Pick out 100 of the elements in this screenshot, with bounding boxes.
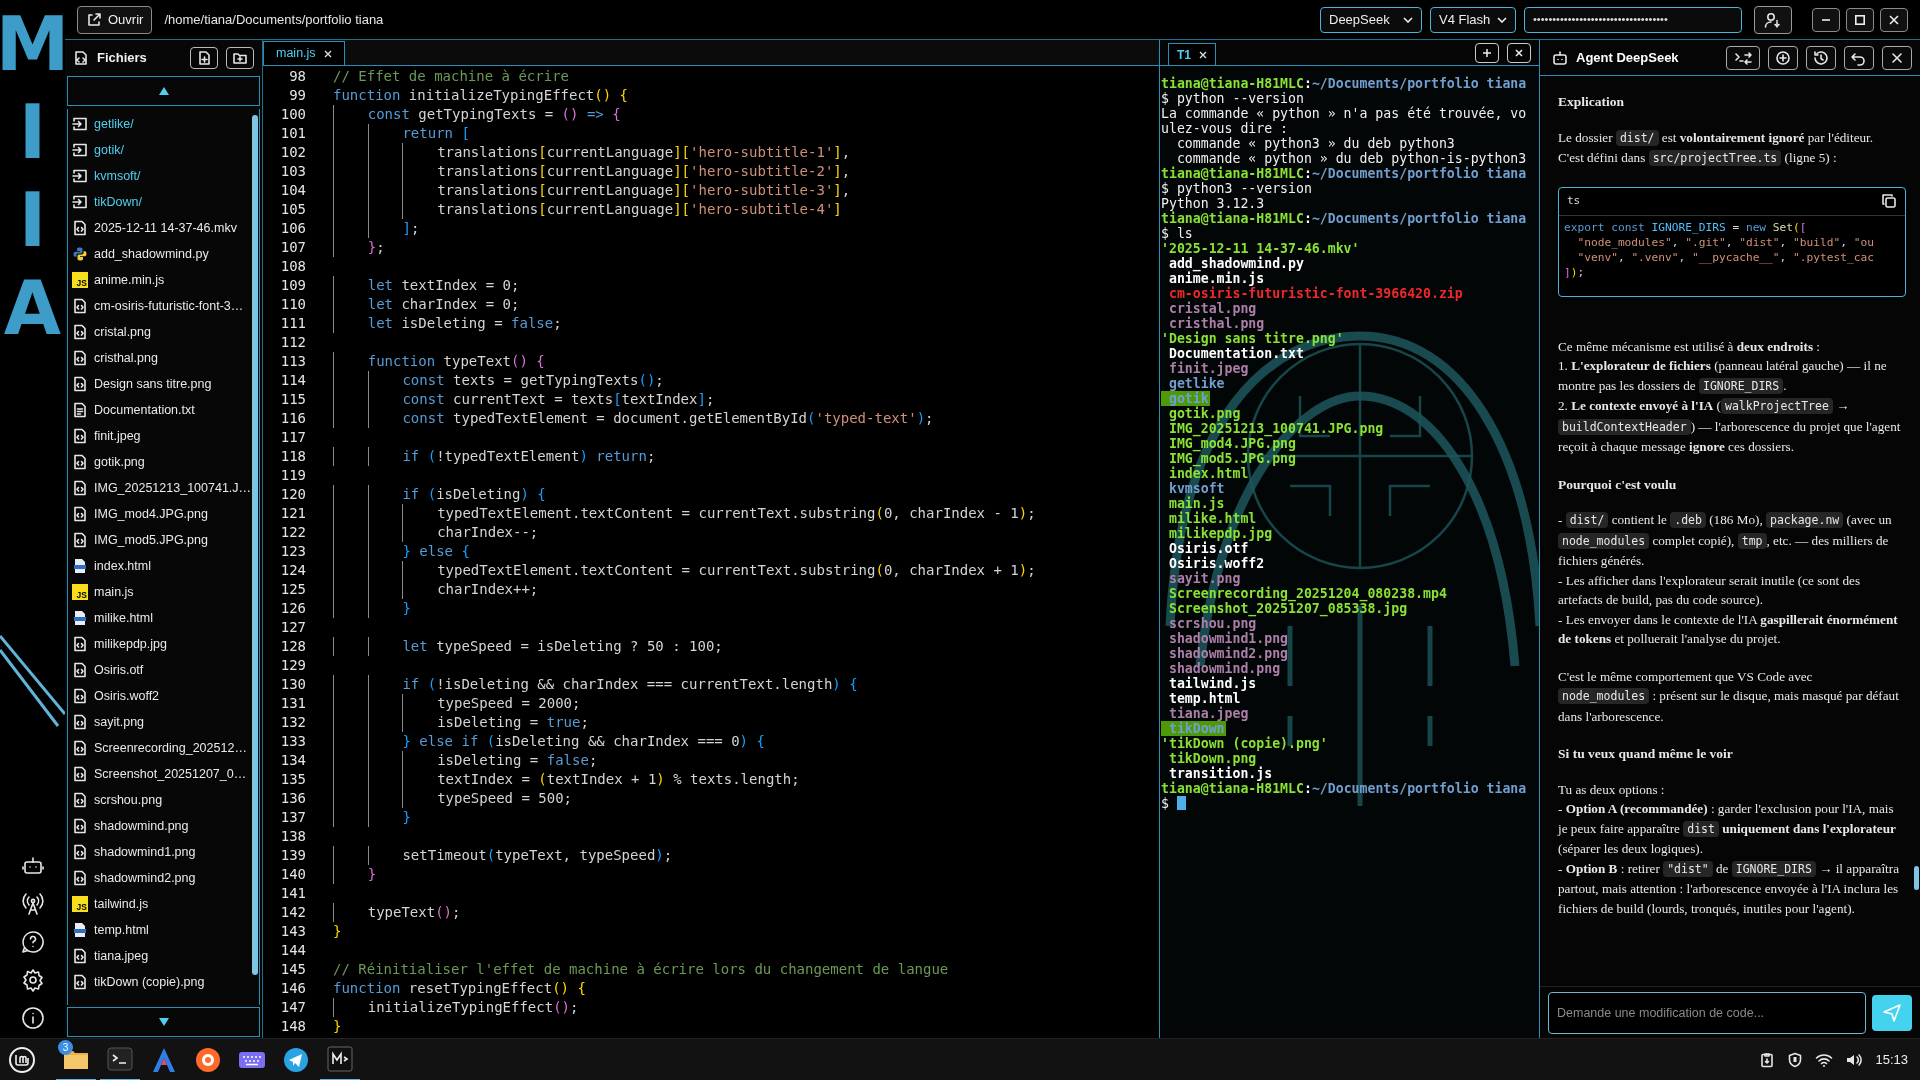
new-folder-button[interactable] — [226, 47, 254, 69]
file-item[interactable]: cristhal.png — [68, 345, 259, 371]
info-icon[interactable] — [20, 1006, 45, 1030]
terminal-prompt: tiana@tiana-H81MLC:~/Documents/portfolio tiana — [1161, 166, 1528, 181]
file-listing-entry: shadowmind1.png — [1167, 631, 1289, 646]
chat-paragraph: - dist/ contient le .deb (186 Mo), package.nw (avec un node_modules complet copié), tmp , etc. — des milliers de fichiers générés. — [1558, 511, 1893, 570]
close-icon[interactable] — [1199, 50, 1207, 59]
terminal-swap-icon — [1733, 49, 1753, 66]
code-line: "node_modules", ".git", "dist", "build", "ou — [1576, 234, 1875, 250]
help-icon[interactable] — [20, 930, 45, 954]
file-item[interactable]: sayit.png — [68, 709, 259, 735]
history-button[interactable] — [1806, 45, 1836, 70]
line-number: 124 — [279, 561, 306, 580]
copy-icon[interactable] — [1881, 193, 1897, 209]
file-icon — [72, 636, 88, 652]
undo-button[interactable] — [1844, 45, 1874, 70]
file-item[interactable]: IMG_mod4.JPG.png — [68, 501, 259, 527]
file-item[interactable]: JS anime.min.js — [68, 267, 259, 293]
file-item[interactable]: shadowmind.png — [68, 813, 259, 839]
file-listing-entry: Screenrecording_20251204_080238.mp4 — [1167, 586, 1447, 601]
line-number: 101 — [279, 124, 306, 143]
up-arrow-icon — [157, 86, 170, 96]
file-item[interactable]: tikDown (copie).png — [68, 969, 259, 995]
file-item[interactable]: 2025-12-11 14-37-46.mkv — [68, 215, 259, 241]
line-number: 113 — [279, 352, 306, 371]
file-listing-entry: '2025-12-11 14-37-46.mkv' — [1161, 241, 1360, 256]
file-item[interactable]: cristal.png — [68, 319, 259, 345]
send-button[interactable] — [1872, 994, 1912, 1031]
file-item[interactable]: finit.jpeg — [68, 423, 259, 449]
file-item[interactable]: Osiris.otf — [68, 657, 259, 683]
message-input[interactable]: Demande une modification de code... — [1548, 991, 1866, 1034]
code-line: typeSpeed = 500; — [333, 789, 572, 808]
provider-dropdown[interactable]: DeepSeek — [1320, 6, 1422, 33]
file-item[interactable]: Documentation.txt — [68, 397, 259, 423]
code-line: } — [333, 599, 411, 618]
code-line: export const IGNORE_DIRS = new Set([ — [1564, 219, 1808, 235]
file-item[interactable]: milike.html — [68, 605, 259, 631]
close-terminal-button[interactable] — [1507, 43, 1531, 63]
file-item[interactable]: shadowmind2.png — [68, 865, 259, 891]
account-button[interactable] — [1754, 5, 1792, 34]
settings-icon[interactable] — [20, 968, 45, 992]
file-icon — [72, 870, 88, 886]
file-listing-entry: temp.html — [1167, 691, 1241, 706]
close-icon[interactable] — [323, 49, 332, 58]
file-listing-entry: finit.jpeg — [1167, 361, 1249, 376]
terminal-swap-button[interactable] — [1726, 45, 1760, 70]
terminal-tab[interactable]: T1 — [1168, 43, 1216, 65]
terminal-command: $ ls — [1161, 226, 1193, 241]
terminal-command: $ python --version — [1161, 91, 1304, 106]
line-number: 116 — [279, 409, 306, 428]
close-button[interactable] — [1882, 45, 1912, 70]
file-item[interactable]: JS main.js — [68, 579, 259, 605]
line-number: 112 — [279, 333, 306, 352]
file-item[interactable]: JS tailwind.js — [68, 891, 259, 917]
file-listing-entry: tiana.jpeg — [1167, 706, 1249, 721]
close-button[interactable] — [1880, 7, 1908, 32]
new-terminal-button[interactable] — [1475, 43, 1499, 63]
chat-paragraph: C'est le même comportement que VS Code avec node_modules : présent sur le disque, mais masqué par défaut dans l'arborescence. — [1558, 667, 1900, 726]
file-item[interactable]: Osiris.woff2 — [68, 683, 259, 709]
chat-paragraph: Le dossier dist/ est volontairement ignoré par l'éditeur. — [1558, 128, 1875, 148]
file-item[interactable]: Screenshot_20251207_0… — [68, 761, 259, 787]
file-item[interactable]: scrshou.png — [68, 787, 259, 813]
new-file-button[interactable] — [190, 47, 218, 69]
file-item[interactable]: Design sans titre.png — [68, 371, 259, 397]
open-button[interactable]: Ouvrir — [77, 5, 153, 34]
folder-item[interactable]: gotik/ — [68, 137, 259, 163]
file-item[interactable]: IMG_20251213_100741.J… — [68, 475, 259, 501]
file-item[interactable]: milikepdp.jpg — [68, 631, 259, 657]
code-line: textIndex = (textIndex + 1) % texts.length; — [333, 770, 800, 789]
scroll-up-button[interactable] — [67, 76, 260, 106]
wifi-icon[interactable] — [1815, 1051, 1834, 1068]
section-heading: Explication — [1558, 93, 1625, 111]
js-file-icon: JS — [72, 272, 88, 288]
file-item[interactable]: tiana.jpeg — [68, 943, 259, 969]
folder-item[interactable]: getlike/ — [68, 111, 259, 137]
line-number: 109 — [279, 276, 306, 295]
shield-icon[interactable] — [1787, 1051, 1804, 1068]
minimize-button[interactable] — [1812, 7, 1840, 32]
file-item[interactable]: Screenrecording_202512… — [68, 735, 259, 761]
maximize-button[interactable] — [1846, 7, 1874, 32]
file-item[interactable]: add_shadowmind.py — [68, 241, 259, 267]
antenna-icon[interactable] — [20, 892, 45, 916]
volume-icon[interactable] — [1845, 1051, 1864, 1068]
add-context-button[interactable] — [1768, 45, 1798, 70]
clipboard-icon[interactable] — [1759, 1051, 1776, 1068]
model-dropdown[interactable]: V4 Flash — [1430, 6, 1516, 33]
file-item[interactable]: gotik.png — [68, 449, 259, 475]
file-item[interactable]: IMG_mod5.JPG.png — [68, 527, 259, 553]
file-item[interactable]: index.html — [68, 553, 259, 579]
code-line: function resetTypingEffect() { — [333, 979, 586, 998]
scroll-down-button[interactable] — [67, 1007, 260, 1037]
file-listing-entry: gotik.png — [1167, 406, 1241, 421]
html-file-icon — [72, 922, 88, 938]
file-item[interactable]: temp.html — [68, 917, 259, 943]
folder-item[interactable]: kvmsoft/ — [68, 163, 259, 189]
folder-item[interactable]: tikDown/ — [68, 189, 259, 215]
file-item[interactable]: cm-osiris-futuristic-font-3… — [68, 293, 259, 319]
api-key-field[interactable]: ••••••••••••••••••••••••••••••••••• — [1524, 6, 1742, 33]
editor-tab[interactable]: main.js — [263, 41, 345, 65]
file-item[interactable]: shadowmind1.png — [68, 839, 259, 865]
